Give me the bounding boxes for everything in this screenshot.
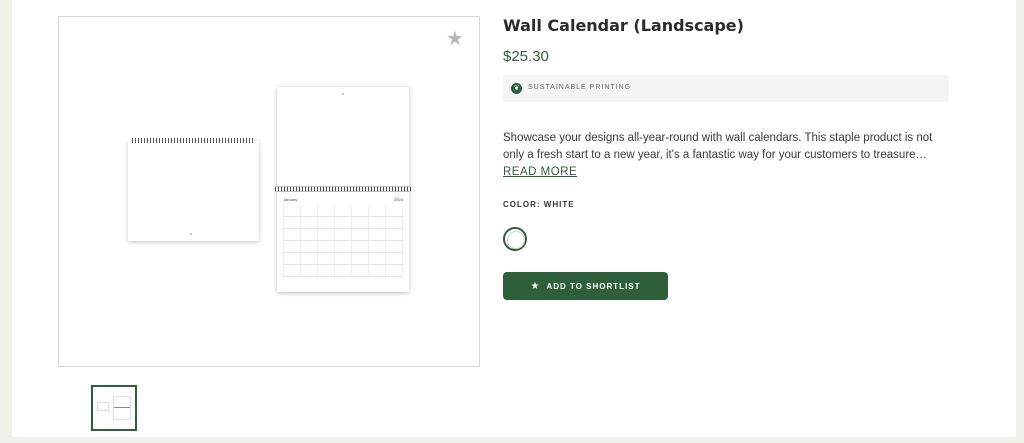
calendar-open-image: January 2024	[275, 87, 411, 292]
star-icon: ★	[530, 280, 540, 292]
calendar-month: January	[283, 197, 298, 202]
calendar-year: 2024	[394, 197, 403, 202]
badge-text: SUSTAINABLE PRINTING	[528, 84, 632, 91]
leaf-icon: ❦	[511, 83, 522, 94]
color-label: COLOR: WHITE	[503, 200, 575, 209]
color-swatch-white[interactable]	[503, 227, 527, 251]
binding-coil	[275, 186, 411, 192]
sustainable-badge: ❦ SUSTAINABLE PRINTING	[503, 75, 949, 102]
add-to-shortlist-button[interactable]: ★ ADD TO SHORTLIST	[503, 272, 668, 300]
product-description: Showcase your designs all-year-round wit…	[503, 132, 933, 161]
add-to-shortlist-label: ADD TO SHORTLIST	[546, 281, 641, 291]
product-price: $25.30	[503, 48, 549, 65]
product-page: ★ January 2024 Wall Calendar (Landscape)…	[12, 0, 1016, 437]
star-icon[interactable]: ★	[445, 29, 465, 49]
product-info: Wall Calendar (Landscape) $25.30 ❦ SUSTA…	[503, 0, 963, 437]
read-more-link[interactable]: READ MORE	[503, 166, 577, 178]
product-image: ★ January 2024	[58, 16, 480, 367]
calendar-grid	[283, 205, 403, 277]
binding-coil	[132, 138, 255, 143]
product-title: Wall Calendar (Landscape)	[503, 16, 744, 35]
calendar-closed-image	[128, 138, 259, 241]
thumbnail-1[interactable]	[91, 385, 137, 431]
